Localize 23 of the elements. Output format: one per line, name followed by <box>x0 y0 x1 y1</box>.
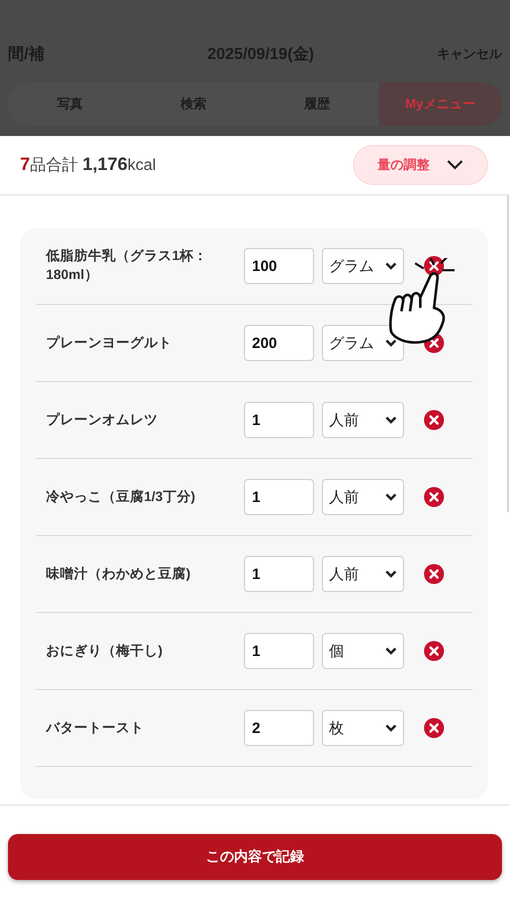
unit-select[interactable]: グラム <box>322 325 404 361</box>
amount-field[interactable]: 200 <box>244 325 314 361</box>
food-name: プレーンオムレツ <box>46 410 159 429</box>
food-name: 低脂肪牛乳（グラス1杯：180ml） <box>46 247 209 284</box>
unit-select[interactable]: 人前 <box>322 479 404 515</box>
food-name: 味噌汁（わかめと豆腐) <box>46 564 192 583</box>
unit-select[interactable]: 人前 <box>322 402 404 438</box>
unit-select[interactable]: 個 <box>322 633 404 669</box>
food-name: おにぎり（梅干し) <box>46 642 164 660</box>
unit-select[interactable]: 人前 <box>322 556 404 592</box>
record-button[interactable]: この内容で記録 <box>8 834 502 880</box>
food-name: バタートースト <box>46 718 145 737</box>
amount-field[interactable]: 1 <box>244 556 314 592</box>
food-name: プレーンヨーグルト <box>46 334 173 352</box>
unit-select[interactable]: グラム <box>322 248 404 284</box>
amount-field[interactable]: 2 <box>244 710 314 746</box>
amount-field[interactable]: 100 <box>244 248 314 284</box>
unit-select[interactable]: 枚 <box>322 710 404 746</box>
amount-field[interactable]: 1 <box>244 479 314 515</box>
food-name: 冷やっこ（豆腐1/3丁分) <box>46 488 196 506</box>
amount-field[interactable]: 1 <box>244 633 314 669</box>
summary-text: 7品合計 1,176kcal <box>20 154 156 176</box>
amount-field[interactable]: 1 <box>244 402 314 438</box>
